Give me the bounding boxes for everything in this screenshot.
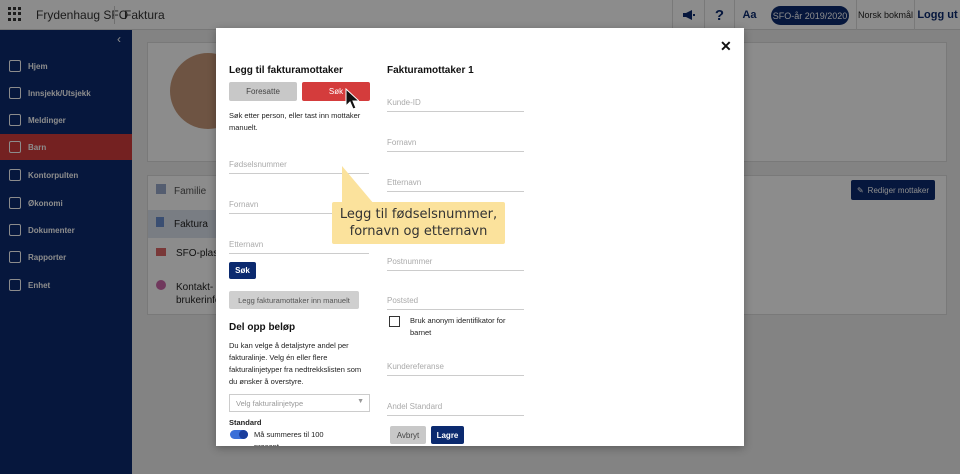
tooltip-pointer bbox=[342, 166, 374, 204]
caret-down-icon: ▼ bbox=[357, 398, 364, 405]
save-button[interactable]: Lagre bbox=[431, 426, 464, 444]
right-title: Fakturamottaker 1 bbox=[387, 65, 474, 76]
sum-label: Må summeres til 100 bbox=[254, 430, 324, 439]
tooltip-line-2: fornavn og etternavn bbox=[349, 224, 488, 239]
customer-reference-input[interactable]: Kundereferanse bbox=[387, 362, 524, 376]
sum-label-cont: prosent bbox=[254, 441, 279, 446]
anonymous-label: Bruk anonym identifikator for barnet bbox=[410, 316, 506, 337]
invoice-line-type-select[interactable]: Velg fakturalinjetype ▼ bbox=[229, 394, 370, 412]
standard-toggle[interactable] bbox=[230, 430, 248, 439]
recipient-last-name-input[interactable]: Etternavn bbox=[387, 178, 524, 192]
tab-guardian[interactable]: Foresatte bbox=[229, 82, 297, 101]
cancel-button[interactable]: Avbryt bbox=[390, 426, 426, 444]
close-icon[interactable]: ✕ bbox=[720, 38, 732, 55]
split-title: Del opp beløp bbox=[229, 322, 296, 333]
standard-label: Standard bbox=[229, 418, 262, 427]
mouse-cursor-icon bbox=[345, 88, 359, 110]
recipient-first-name-input[interactable]: Fornavn bbox=[387, 138, 524, 152]
postal-code-input[interactable]: Postnummer bbox=[387, 257, 524, 271]
anonymous-checkbox[interactable] bbox=[389, 316, 400, 327]
tab-search[interactable]: Søk bbox=[302, 82, 370, 101]
customer-id-input[interactable]: Kunde-ID bbox=[387, 98, 524, 112]
left-title: Legg til fakturamottaker bbox=[229, 65, 343, 76]
help-text: Søk etter person, eller tast inn mottake… bbox=[229, 111, 361, 132]
share-standard-input[interactable]: Andel Standard bbox=[387, 402, 524, 416]
tooltip-bubble: Legg til fødselsnummer, fornavn og etter… bbox=[332, 202, 505, 244]
add-manual-button[interactable]: Legg fakturamottaker inn manuelt bbox=[229, 291, 359, 309]
search-button[interactable]: Søk bbox=[229, 262, 256, 279]
city-input[interactable]: Poststed bbox=[387, 296, 524, 310]
split-text: Du kan velge å detaljstyre andel per fak… bbox=[229, 341, 362, 386]
tooltip-line-1: Legg til fødselsnummer, bbox=[339, 207, 498, 222]
